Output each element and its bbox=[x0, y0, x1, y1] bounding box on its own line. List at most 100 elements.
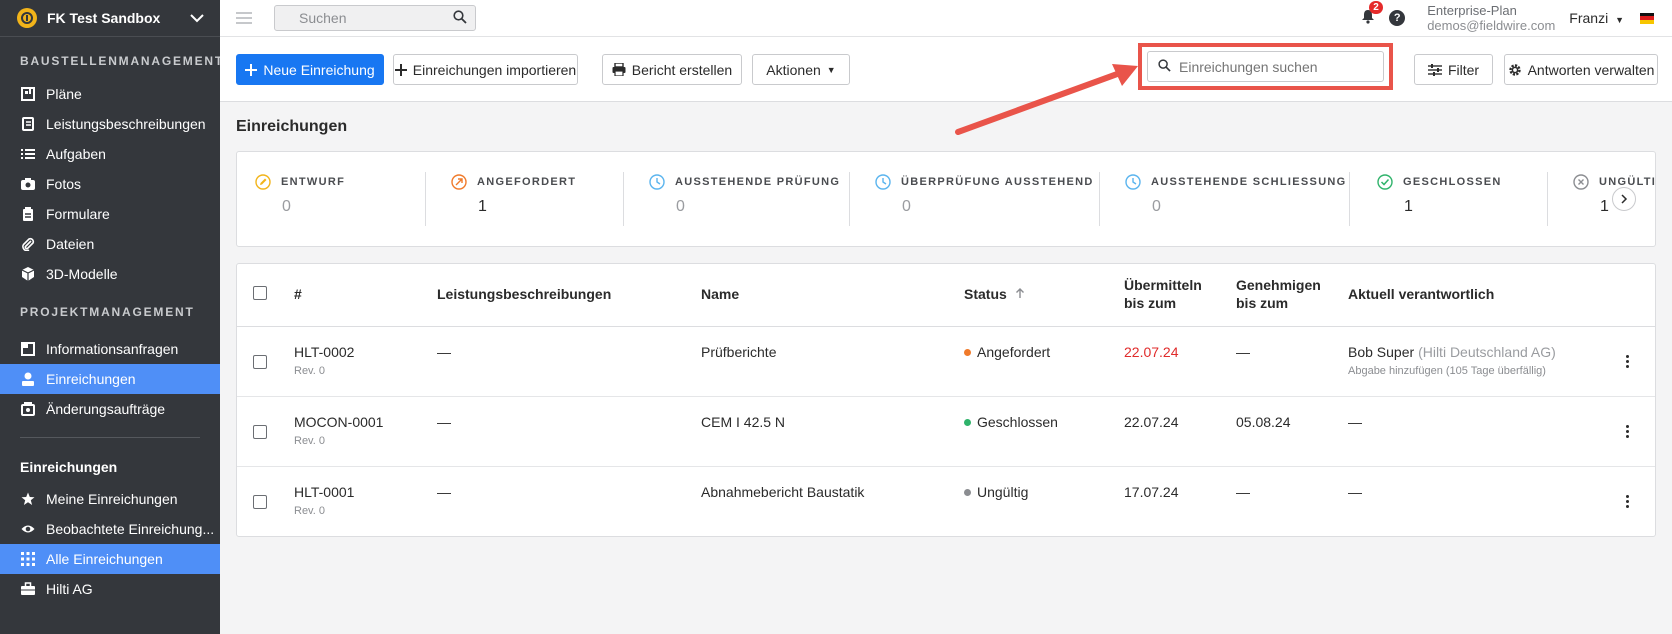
stats-next-button[interactable] bbox=[1612, 187, 1636, 211]
sidebar-item-label: Fotos bbox=[46, 176, 82, 192]
stat-divider bbox=[1547, 172, 1548, 226]
column-header-approve-by[interactable]: Genehmigen bis zum bbox=[1236, 276, 1321, 312]
column-header-submit-by[interactable]: Übermitteln bis zum bbox=[1124, 276, 1202, 312]
stat-pending-closure[interactable]: AUSSTEHENDE SCHLIESSUNG 0 bbox=[1125, 174, 1347, 228]
sidebar-item-photos[interactable]: Fotos bbox=[0, 169, 220, 199]
annotation-arrow bbox=[955, 64, 1138, 135]
sidebar-item-submittals[interactable]: Einreichungen bbox=[0, 364, 220, 394]
sidebar-divider bbox=[20, 437, 200, 438]
column-header-specs[interactable]: Leistungsbeschreibungen bbox=[437, 285, 611, 303]
actions-dropdown[interactable]: Aktionen ▼ bbox=[752, 54, 850, 85]
column-header-number[interactable]: # bbox=[294, 285, 302, 303]
sidebar-item-tasks[interactable]: Aufgaben bbox=[0, 139, 220, 169]
status-cell: Geschlossen bbox=[964, 414, 1058, 430]
clock-icon bbox=[875, 174, 891, 190]
sidebar-item-change-orders[interactable]: Änderungsaufträge bbox=[0, 394, 220, 424]
import-submittals-label: Einreichungen importieren bbox=[412, 61, 577, 78]
caret-down-icon: ▼ bbox=[826, 64, 836, 75]
sidebar-item-my-submittals[interactable]: Meine Einreichungen bbox=[0, 484, 220, 514]
responsible-name: Bob Super bbox=[1348, 344, 1415, 360]
status-text: Angefordert bbox=[977, 344, 1051, 360]
submittal-icon bbox=[20, 371, 36, 387]
stat-label: AUSSTEHENDE PRÜFUNG bbox=[675, 176, 841, 188]
sidebar-item-watched-submittals[interactable]: Beobachtete Einreichung... bbox=[0, 514, 220, 544]
row-checkbox[interactable] bbox=[253, 355, 267, 369]
submit-date-cell: 17.07.24 bbox=[1124, 484, 1179, 500]
cube-icon bbox=[20, 266, 36, 282]
stat-label: ENTWURF bbox=[281, 176, 346, 188]
status-summary: ENTWURF 0 ANGEFORDERT 1 AUSSTEHENDE PRÜF… bbox=[236, 151, 1656, 247]
chevron-down-icon[interactable] bbox=[190, 10, 204, 26]
new-submittal-label: Neue Einreichung bbox=[263, 61, 375, 78]
german-flag-icon[interactable] bbox=[1640, 12, 1654, 24]
help-icon[interactable]: ? bbox=[1389, 10, 1406, 26]
user-menu[interactable]: Franzi ▼ bbox=[1569, 10, 1624, 26]
import-submittals-button[interactable]: Einreichungen importieren bbox=[393, 54, 578, 85]
new-submittal-button[interactable]: Neue Einreichung bbox=[236, 54, 384, 85]
stat-review-pending[interactable]: ÜBERPRÜFUNG AUSSTEHEND 0 bbox=[875, 174, 1094, 228]
row-checkbox[interactable] bbox=[253, 425, 267, 439]
sidebar-item-plans[interactable]: Pläne bbox=[0, 79, 220, 109]
submittals-search-input[interactable] bbox=[1179, 58, 1369, 75]
stat-label: ÜBERPRÜFUNG AUSSTEHEND bbox=[901, 176, 1094, 188]
submittal-id[interactable]: HLT-0001 Rev. 0 bbox=[294, 484, 354, 517]
paperclip-icon bbox=[20, 236, 36, 252]
stat-label: AUSSTEHENDE SCHLIESSUNG bbox=[1151, 176, 1347, 188]
sidebar-subsection-title: Einreichungen bbox=[20, 459, 118, 475]
tasks-icon bbox=[20, 146, 36, 162]
eye-icon bbox=[20, 521, 36, 537]
status-text: Ungültig bbox=[977, 484, 1029, 500]
submittals-search-field[interactable] bbox=[1147, 51, 1384, 82]
stat-value: 0 bbox=[902, 198, 911, 215]
sidebar-item-files[interactable]: Dateien bbox=[0, 229, 220, 259]
row-more-icon[interactable] bbox=[1626, 495, 1630, 510]
sidebar-item-rfi[interactable]: Informationsanfragen bbox=[0, 334, 220, 364]
sidebar-item-forms[interactable]: Formulare bbox=[0, 199, 220, 229]
search-icon bbox=[1158, 58, 1171, 75]
column-header-responsible[interactable]: Aktuell verantwortlich bbox=[1348, 285, 1494, 303]
caret-down-icon: ▼ bbox=[1615, 15, 1624, 25]
sidebar-item-label: Meine Einreichungen bbox=[46, 491, 178, 507]
stat-draft[interactable]: ENTWURF 0 bbox=[255, 174, 345, 228]
plan-info: Enterprise-Plan demos@fieldwire.com bbox=[1427, 3, 1555, 33]
stat-closed[interactable]: GESCHLOSSEN 1 bbox=[1377, 174, 1502, 228]
select-all-checkbox[interactable] bbox=[253, 286, 267, 300]
sidebar-item-hilti-ag[interactable]: Hilti AG bbox=[0, 574, 220, 604]
create-report-button[interactable]: Bericht erstellen bbox=[602, 54, 742, 85]
approve-date-cell: — bbox=[1236, 484, 1250, 500]
project-switcher[interactable]: FK Test Sandbox bbox=[0, 0, 220, 37]
responsible-cell: — bbox=[1348, 484, 1362, 500]
column-header-status[interactable]: Status bbox=[964, 285, 1025, 303]
global-search-input[interactable]: Suchen bbox=[274, 5, 476, 31]
column-header-name[interactable]: Name bbox=[701, 285, 739, 303]
stat-pending-review[interactable]: AUSSTEHENDE PRÜFUNG 0 bbox=[649, 174, 840, 228]
sidebar-item-all-submittals[interactable]: Alle Einreichungen bbox=[0, 544, 220, 574]
table-row[interactable]: MOCON-0001 Rev. 0 — CEM I 42.5 N Geschlo… bbox=[237, 397, 1655, 467]
table-row[interactable]: HLT-0001 Rev. 0 — Abnahmebericht Baustat… bbox=[237, 467, 1655, 537]
gear-icon bbox=[1508, 63, 1522, 77]
submittal-id-text: HLT-0001 bbox=[294, 484, 355, 500]
sidebar-item-3d-models[interactable]: 3D-Modelle bbox=[0, 259, 220, 289]
section-project-management: PROJEKTMANAGEMENT bbox=[20, 305, 195, 319]
responsible-cell: — bbox=[1348, 414, 1362, 430]
table-row[interactable]: HLT-0002 Rev. 0 — Prüfberichte Angeforde… bbox=[237, 327, 1655, 397]
manage-responses-button[interactable]: Antworten verwalten bbox=[1504, 54, 1658, 85]
submittal-id[interactable]: MOCON-0001 Rev. 0 bbox=[294, 414, 383, 447]
sidebar-item-specifications[interactable]: Leistungsbeschreibungen bbox=[0, 109, 220, 139]
stat-divider bbox=[1099, 172, 1100, 226]
top-bar: Suchen 2 ? Enterprise-Plan demos@fieldwi… bbox=[220, 0, 1672, 37]
chevron-right-icon bbox=[1620, 191, 1628, 207]
hamburger-menu-icon[interactable] bbox=[236, 9, 252, 27]
stat-requested[interactable]: ANGEFORDERT 1 bbox=[451, 174, 576, 228]
rfi-icon bbox=[20, 341, 36, 357]
change-order-icon bbox=[20, 401, 36, 417]
row-more-icon[interactable] bbox=[1626, 425, 1630, 440]
row-more-icon[interactable] bbox=[1626, 355, 1630, 370]
submittal-id[interactable]: HLT-0002 Rev. 0 bbox=[294, 344, 354, 377]
filter-button[interactable]: Filter bbox=[1414, 54, 1493, 85]
notifications-button[interactable]: 2 bbox=[1361, 1, 1383, 27]
name-cell: Prüfberichte bbox=[701, 344, 777, 360]
page-title: Einreichungen bbox=[236, 118, 348, 135]
stat-value: 1 bbox=[478, 198, 487, 215]
row-checkbox[interactable] bbox=[253, 495, 267, 509]
